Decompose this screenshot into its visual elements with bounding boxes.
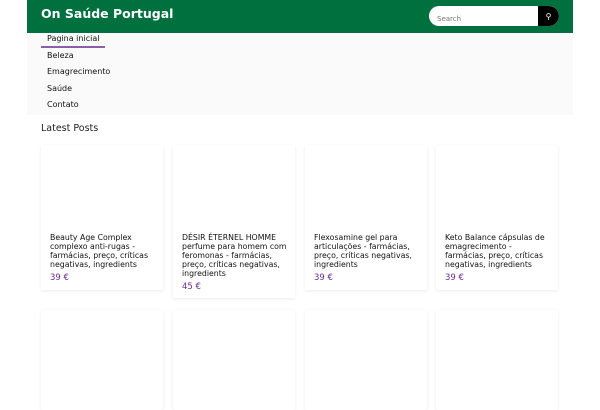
post-card[interactable] [173, 310, 295, 410]
nav-item-emagrecimento[interactable]: Emagrecimento [47, 67, 110, 76]
page-container: On Saúde Portugal ⚲ Pagina inicial Belez… [27, 0, 573, 410]
post-card[interactable]: Flexosamine gel para articulações - farm… [305, 145, 427, 290]
post-card[interactable]: Beauty Age Complex complexo anti-rugas -… [41, 145, 163, 290]
site-title[interactable]: On Saúde Portugal [41, 6, 173, 21]
section-heading: Latest Posts [41, 123, 99, 134]
post-price: 39 € [314, 273, 333, 283]
main-nav: Pagina inicial Beleza Emagrecimento Saúd… [27, 33, 573, 115]
nav-item-contato[interactable]: Contato [47, 100, 79, 109]
post-price: 39 € [445, 273, 464, 283]
nav-item-saude[interactable]: Saúde [47, 84, 72, 93]
nav-item-pagina-inicial[interactable]: Pagina inicial [41, 34, 106, 48]
post-card[interactable]: DÉSIR ÉTERNEL HOMME perfume para homem c… [173, 145, 295, 298]
post-card[interactable] [305, 310, 427, 410]
post-price: 39 € [50, 273, 69, 283]
post-card[interactable]: Keto Balance cápsulas de emagrecimento -… [436, 145, 558, 290]
post-card[interactable] [436, 310, 558, 410]
post-title[interactable]: Beauty Age Complex complexo anti-rugas -… [50, 233, 160, 269]
nav-item-beleza[interactable]: Beleza [47, 51, 74, 60]
search-input[interactable] [429, 9, 537, 26]
post-title[interactable]: Flexosamine gel para articulações - farm… [314, 233, 424, 269]
post-title[interactable]: Keto Balance cápsulas de emagrecimento -… [445, 233, 555, 269]
post-title[interactable]: DÉSIR ÉTERNEL HOMME perfume para homem c… [182, 233, 292, 278]
post-card[interactable] [41, 310, 163, 410]
search-form: ⚲ [429, 6, 559, 26]
search-button[interactable]: ⚲ [538, 6, 559, 26]
site-header: On Saúde Portugal ⚲ [27, 0, 573, 33]
search-icon: ⚲ [545, 11, 552, 21]
post-price: 45 € [182, 282, 201, 292]
